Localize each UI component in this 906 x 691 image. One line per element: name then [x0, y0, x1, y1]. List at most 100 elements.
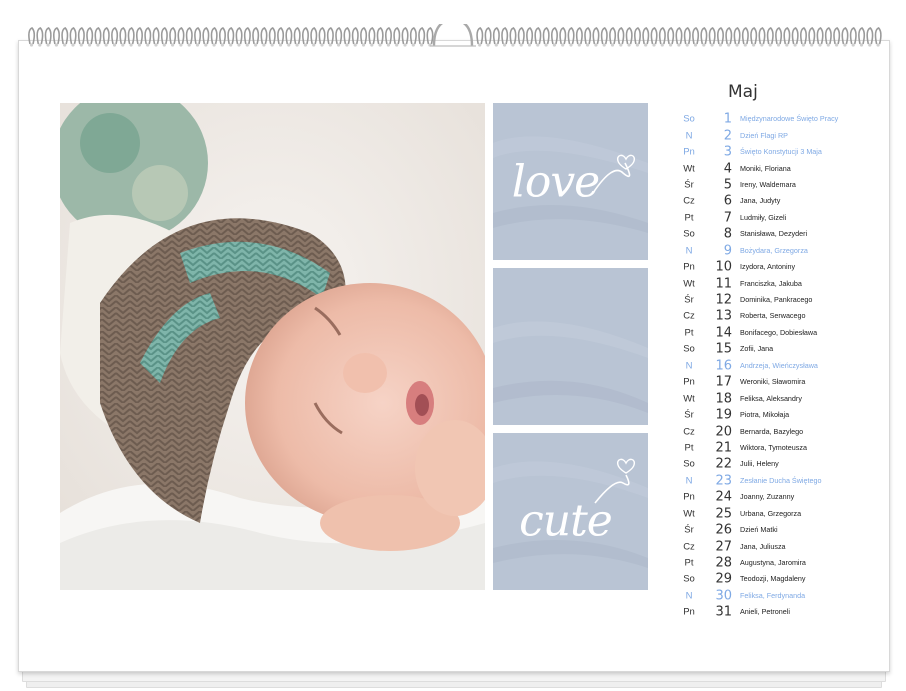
day-number: 18	[715, 391, 732, 407]
day-row: N 30 Feliksa, Ferdynanda	[676, 588, 876, 604]
name-day-text: Roberta, Serwacego	[740, 311, 806, 321]
love-tile: love	[493, 103, 648, 260]
day-number: 23	[715, 473, 732, 489]
day-number: 10	[715, 259, 732, 275]
day-row: Wt 25 Urbana, Grzegorza	[676, 506, 876, 522]
day-number: 12	[715, 292, 732, 308]
day-number: 31	[715, 604, 732, 620]
day-number: 15	[715, 341, 732, 357]
day-of-week: Wt	[683, 508, 695, 520]
day-row: Cz 6 Jana, Judyty	[676, 193, 876, 209]
name-day-text: Izydora, Antoniny	[740, 262, 796, 272]
day-number: 9	[723, 243, 732, 259]
name-day-text: Feliksa, Ferdynanda	[740, 591, 806, 601]
day-of-week: Wt	[683, 393, 695, 405]
day-number: 30	[715, 588, 732, 604]
day-row: So 15 Zofii, Jana	[676, 341, 876, 357]
name-day-text: Urbana, Grzegorza	[740, 508, 802, 518]
day-number: 13	[715, 308, 732, 324]
name-day-text: Anieli, Petroneli	[740, 607, 790, 617]
day-row: Pn 10 Izydora, Antoniny	[676, 259, 876, 275]
day-of-week: N	[685, 245, 693, 257]
name-day-text: Feliksa, Aleksandry	[740, 393, 802, 403]
day-of-week: Pt	[684, 212, 694, 224]
month-title: Maj	[728, 82, 758, 102]
day-list: So 1 Międzynarodowe Święto Pracy N 2 Dzień Fl…	[676, 111, 876, 621]
day-of-week: Śr	[684, 524, 694, 536]
day-row: Wt 4 Moniki, Floriana	[676, 160, 876, 176]
name-day-text: Dominika, Pankracego	[740, 295, 813, 305]
day-row: So 1 Międzynarodowe Święto Pracy	[676, 111, 876, 127]
name-day-text: Franciszka, Jakuba	[740, 278, 802, 288]
day-of-week: N	[685, 590, 693, 602]
hanger-hook-icon	[432, 24, 474, 47]
day-number: 25	[715, 506, 732, 522]
day-number: 2	[723, 128, 732, 144]
day-row: Pn 24 Joanny, Zuzanny	[676, 489, 876, 505]
day-row: Wt 11 Franciszka, Jakuba	[676, 275, 876, 291]
name-day-text: Zesłanie Ducha Świętego	[740, 476, 822, 486]
day-of-week: So	[683, 343, 695, 355]
day-of-week: So	[683, 458, 695, 470]
day-row: Pt 28 Augustyna, Jaromira	[676, 555, 876, 571]
name-day-text: Ireny, Waldemara	[740, 180, 796, 190]
day-number: 19	[715, 407, 732, 423]
day-row: Cz 20 Bernarda, Bazylego	[676, 423, 876, 439]
day-number: 20	[715, 424, 732, 440]
day-of-week: Pt	[684, 557, 694, 569]
name-day-text: Zofii, Jana	[740, 344, 774, 354]
day-row: Śr 26 Dzień Matki	[676, 522, 876, 538]
day-row: Śr 5 Ireny, Waldemara	[676, 177, 876, 193]
day-of-week: Cz	[683, 541, 695, 553]
plain-tile	[493, 268, 648, 425]
day-of-week: Pn	[683, 261, 695, 273]
day-number: 1	[723, 111, 732, 127]
day-of-week: Śr	[684, 294, 694, 306]
name-day-text: Jana, Juliusza	[740, 541, 786, 551]
day-of-week: Cz	[683, 310, 695, 322]
day-row: N 9 Bożydara, Grzegorza	[676, 243, 876, 259]
day-number: 26	[715, 522, 732, 538]
name-day-text: Jana, Judyty	[740, 196, 781, 206]
baby-photo	[60, 103, 485, 590]
name-day-text: Teodozji, Magdaleny	[740, 574, 806, 584]
day-of-week: Pn	[683, 146, 695, 158]
name-day-text: Weroniki, Sławomira	[740, 377, 806, 387]
spiral-binding-icon	[26, 24, 888, 50]
day-row: N 2 Dzień Flagi RP	[676, 127, 876, 143]
day-number: 5	[723, 177, 732, 193]
day-of-week: Cz	[683, 195, 695, 207]
day-of-week: Pn	[683, 606, 695, 618]
name-day-text: Stanisława, Dezyderi	[740, 229, 808, 239]
name-day-text: Międzynarodowe Święto Pracy	[740, 114, 839, 124]
name-day-text: Julii, Heleny	[740, 459, 779, 469]
day-of-week: So	[683, 228, 695, 240]
day-number: 29	[715, 571, 732, 587]
name-day-text: Moniki, Floriana	[740, 163, 791, 173]
day-number: 16	[715, 358, 732, 374]
name-day-text: Joanny, Zuzanny	[740, 492, 795, 502]
love-text: love	[511, 156, 600, 207]
day-number: 28	[715, 555, 732, 571]
day-of-week: N	[685, 360, 693, 372]
day-row: N 16 Andrzeja, Wieńczysława	[676, 358, 876, 374]
name-day-text: Ludmiły, Gizeli	[740, 213, 787, 223]
day-of-week: Śr	[684, 409, 694, 421]
day-number: 14	[715, 325, 732, 341]
cute-text: cute	[519, 495, 613, 547]
name-day-text: Dzień Matki	[740, 525, 778, 535]
day-number: 17	[715, 374, 732, 390]
day-of-week: Pt	[684, 442, 694, 454]
name-day-text: Bernarda, Bazylego	[740, 426, 804, 436]
day-of-week: Pn	[683, 491, 695, 503]
day-row: Pn 3 Święto Konstytucji 3 Maja	[676, 144, 876, 160]
cute-tile: cute	[493, 433, 648, 590]
name-day-text: Andrzeja, Wieńczysława	[740, 360, 818, 370]
day-row: Wt 18 Feliksa, Aleksandry	[676, 390, 876, 406]
day-row: Pt 7 Ludmiły, Gizeli	[676, 210, 876, 226]
day-number: 27	[715, 539, 732, 555]
day-row: So 22 Julii, Heleny	[676, 456, 876, 472]
day-row: Pn 17 Weroniki, Sławomira	[676, 374, 876, 390]
day-of-week: N	[685, 130, 693, 142]
day-number: 21	[715, 440, 732, 456]
